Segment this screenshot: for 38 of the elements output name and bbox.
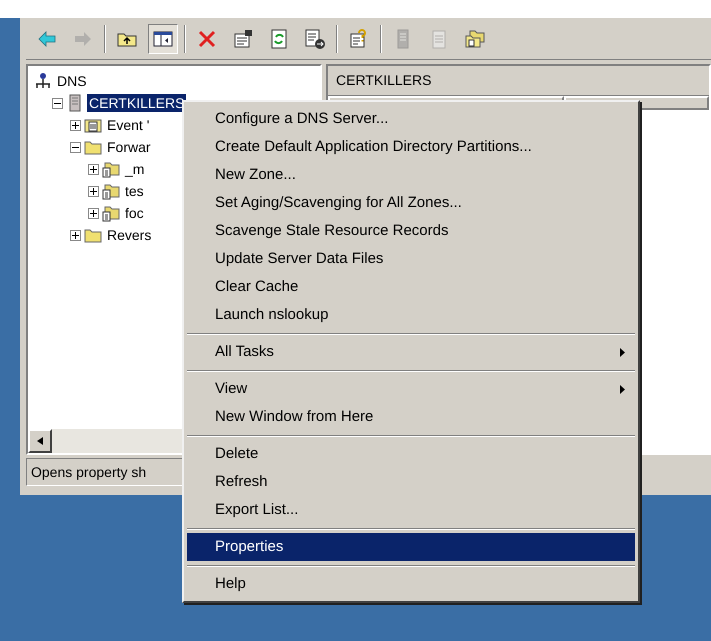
menu-item[interactable]: Configure a DNS Server...: [187, 105, 635, 133]
menu-item[interactable]: Properties: [187, 533, 635, 561]
folders-icon: [464, 28, 486, 50]
scroll-left-icon[interactable]: [28, 429, 52, 453]
menu-item[interactable]: All Tasks: [187, 338, 635, 366]
export-list-icon: [304, 28, 326, 50]
menu-item[interactable]: Launch nslookup: [187, 301, 635, 329]
toolbar-button[interactable]: [148, 24, 178, 54]
tree-item[interactable]: Revers: [105, 226, 154, 244]
menu-item[interactable]: New Window from Here: [187, 403, 635, 431]
network-icon: [34, 72, 52, 90]
properties-icon: [232, 28, 254, 50]
collapse-icon[interactable]: [70, 142, 81, 152]
menu-item[interactable]: Set Aging/Scavenging for All Zones...: [187, 189, 635, 217]
collapse-icon[interactable]: [52, 98, 63, 108]
zone-folder-icon: [102, 182, 120, 200]
tree-item[interactable]: Event ': [105, 116, 152, 134]
expand-icon[interactable]: [88, 208, 99, 218]
details-title: CERTKILLERS: [336, 71, 432, 90]
zone-folder-icon: [102, 160, 120, 178]
menu-item[interactable]: Scavenge Stale Resource Records: [187, 217, 635, 245]
tree-item[interactable]: _m: [123, 160, 146, 178]
menu-item[interactable]: View: [187, 375, 635, 403]
tree-item[interactable]: tes: [123, 182, 146, 200]
tree-item[interactable]: DNS: [55, 72, 89, 90]
menu-item[interactable]: Help: [187, 570, 635, 598]
expand-icon[interactable]: [70, 120, 81, 130]
expand-icon[interactable]: [88, 186, 99, 196]
expand-icon[interactable]: [70, 230, 81, 240]
menu-item[interactable]: Clear Cache: [187, 273, 635, 301]
menu-item[interactable]: Create Default Application Directory Partitions...: [187, 133, 635, 161]
zone-folder-icon: [102, 204, 120, 222]
expand-icon[interactable]: [88, 164, 99, 174]
tree-item[interactable]: Forwar: [105, 138, 153, 156]
tree-item[interactable]: foc: [123, 204, 146, 222]
menu-item[interactable]: New Zone...: [187, 161, 635, 189]
menu-item[interactable]: Update Server Data Files: [187, 245, 635, 273]
menu-item[interactable]: Export List...: [187, 496, 635, 524]
